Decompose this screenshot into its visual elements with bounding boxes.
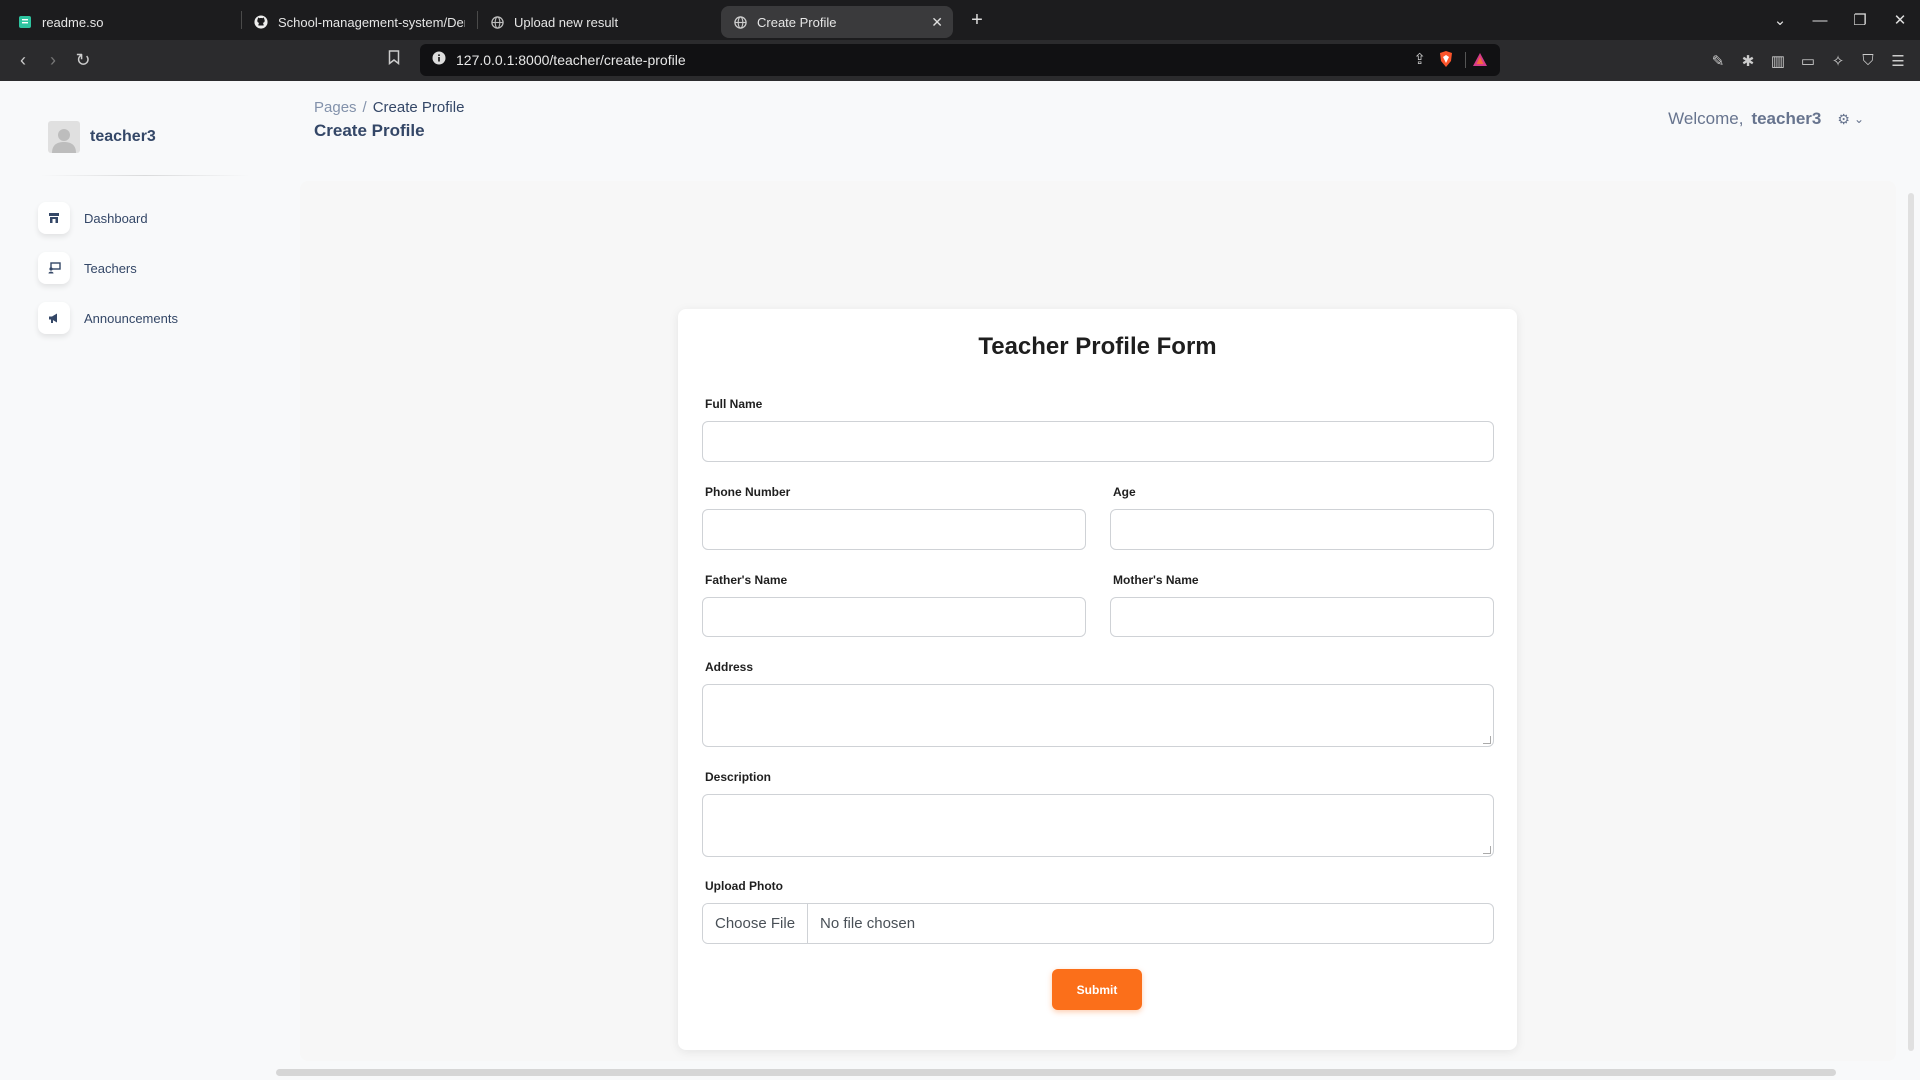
new-tab-button[interactable]: + bbox=[965, 9, 989, 32]
reload-icon[interactable]: ↻ bbox=[68, 50, 98, 71]
wallet-icon[interactable]: ▭ bbox=[1793, 52, 1823, 70]
tab-create-profile[interactable]: Create Profile ✕ bbox=[721, 6, 953, 38]
forward-icon[interactable]: › bbox=[38, 50, 68, 71]
menu-icon[interactable]: ☰ bbox=[1883, 52, 1913, 70]
sidebar-icon[interactable]: ▥ bbox=[1763, 52, 1793, 70]
globe-icon bbox=[733, 15, 747, 29]
browser-toolbar: ‹ › ↻ 127.0.0.1:8000/teacher/create-prof… bbox=[0, 40, 1920, 81]
address-textarea[interactable] bbox=[702, 684, 1494, 747]
window-controls: ⌄ — ❐ ✕ bbox=[1760, 0, 1920, 40]
tab-upload-result[interactable]: Upload new result bbox=[478, 6, 713, 38]
tab-readme[interactable]: readme.so bbox=[6, 6, 241, 38]
description-label: Description bbox=[705, 770, 772, 784]
brave-rewards-icon[interactable] bbox=[1472, 52, 1488, 72]
sidebar-username: teacher3 bbox=[90, 128, 156, 145]
page-title: Create Profile bbox=[314, 121, 425, 140]
sidebar-item-teachers[interactable]: Teachers bbox=[38, 252, 137, 284]
father-name-input[interactable] bbox=[702, 597, 1086, 637]
shop-icon bbox=[38, 202, 70, 234]
share-icon[interactable]: ⇪ bbox=[1413, 50, 1426, 68]
megaphone-icon bbox=[38, 302, 70, 334]
submit-button[interactable]: Submit bbox=[1052, 969, 1142, 1010]
url-text: 127.0.0.1:8000/teacher/create-profile bbox=[456, 52, 686, 68]
sidebar-item-dashboard[interactable]: Dashboard bbox=[38, 202, 148, 234]
avatar bbox=[48, 121, 80, 153]
tab-title: readme.so bbox=[42, 14, 104, 30]
site-info-icon[interactable] bbox=[432, 51, 446, 70]
teachers-icon bbox=[38, 252, 70, 284]
mother-name-label: Mother's Name bbox=[1113, 573, 1199, 587]
resize-grip-icon[interactable] bbox=[1483, 846, 1491, 854]
sidebar-item-label: Announcements bbox=[84, 310, 178, 326]
address-bar[interactable]: 127.0.0.1:8000/teacher/create-profile ⇪ bbox=[420, 44, 1500, 76]
extensions-area: ✎ ✱ ▥ ▭ ✧ ⛉ ☰ bbox=[1703, 40, 1913, 81]
github-icon bbox=[254, 15, 268, 29]
tab-github[interactable]: School-management-system/Demo bbox=[242, 6, 477, 38]
vpn-icon[interactable]: ⛉ bbox=[1853, 52, 1883, 69]
upload-photo-label: Upload Photo bbox=[705, 879, 783, 893]
tab-title: Upload new result bbox=[514, 14, 619, 30]
breadcrumb-separator: / bbox=[362, 99, 367, 116]
sidebar-item-announcements[interactable]: Announcements bbox=[38, 302, 178, 334]
bookmark-icon[interactable] bbox=[388, 50, 400, 70]
leo-icon[interactable]: ✧ bbox=[1823, 52, 1853, 70]
full-name-input[interactable] bbox=[702, 421, 1494, 462]
address-label: Address bbox=[705, 660, 754, 674]
back-icon[interactable]: ‹ bbox=[8, 50, 38, 71]
header-username: teacher3 bbox=[1751, 109, 1822, 128]
sidebar: teacher3 Dashboard Teachers Announcement… bbox=[0, 81, 280, 1080]
restore-icon[interactable]: ❐ bbox=[1840, 11, 1880, 29]
form-title: Teacher Profile Form bbox=[978, 333, 1217, 360]
pen-icon[interactable]: ✎ bbox=[1703, 52, 1733, 70]
close-tab-icon[interactable]: ✕ bbox=[931, 14, 943, 31]
sidebar-divider bbox=[40, 175, 250, 176]
app-page: teacher3 Dashboard Teachers Announcement… bbox=[0, 81, 1920, 1080]
welcome-text: Welcome, bbox=[1668, 109, 1744, 128]
minimize-icon[interactable]: — bbox=[1800, 12, 1840, 29]
browser-tab-bar: readme.so School-management-system/Demo … bbox=[0, 0, 1920, 40]
user-menu[interactable]: Welcome, teacher3 ⚙ ⌄ bbox=[1668, 109, 1864, 129]
readme-icon bbox=[18, 15, 32, 29]
sidebar-brand[interactable]: teacher3 bbox=[48, 121, 156, 153]
sidebar-item-label: Dashboard bbox=[84, 210, 148, 226]
tab-title: Create Profile bbox=[757, 14, 837, 30]
puzzle-icon[interactable]: ✱ bbox=[1733, 52, 1763, 70]
url-divider bbox=[1465, 52, 1466, 68]
breadcrumb-root[interactable]: Pages bbox=[314, 99, 357, 116]
breadcrumb: Pages / Create Profile bbox=[314, 99, 464, 116]
father-name-label: Father's Name bbox=[705, 573, 788, 587]
close-window-icon[interactable]: ✕ bbox=[1880, 11, 1920, 29]
age-label: Age bbox=[1113, 485, 1136, 499]
horizontal-scrollbar[interactable] bbox=[276, 1069, 1836, 1076]
breadcrumb-current: Create Profile bbox=[372, 99, 465, 116]
vertical-scrollbar[interactable] bbox=[1908, 193, 1914, 1051]
phone-number-label: Phone Number bbox=[705, 485, 791, 499]
age-input[interactable] bbox=[1110, 509, 1494, 550]
photo-file-input[interactable]: Choose File No file chosen bbox=[702, 903, 1494, 944]
choose-file-button[interactable]: Choose File bbox=[703, 904, 809, 943]
sidebar-item-label: Teachers bbox=[84, 260, 137, 276]
file-status-text: No file chosen bbox=[820, 915, 916, 932]
profile-form-card: Teacher Profile Form Full Name Phone Num… bbox=[678, 309, 1517, 1050]
globe-icon bbox=[490, 15, 504, 29]
mother-name-input[interactable] bbox=[1110, 597, 1494, 637]
gear-icon[interactable]: ⚙ bbox=[1837, 111, 1850, 128]
phone-number-input[interactable] bbox=[702, 509, 1086, 550]
tab-title: School-management-system/Demo bbox=[278, 14, 465, 30]
full-name-label: Full Name bbox=[705, 397, 763, 411]
description-textarea[interactable] bbox=[702, 794, 1494, 857]
brave-shield-icon[interactable] bbox=[1438, 50, 1454, 73]
resize-grip-icon[interactable] bbox=[1483, 736, 1491, 744]
tab-search-icon[interactable]: ⌄ bbox=[1760, 11, 1800, 29]
chevron-down-icon[interactable]: ⌄ bbox=[1854, 112, 1864, 126]
